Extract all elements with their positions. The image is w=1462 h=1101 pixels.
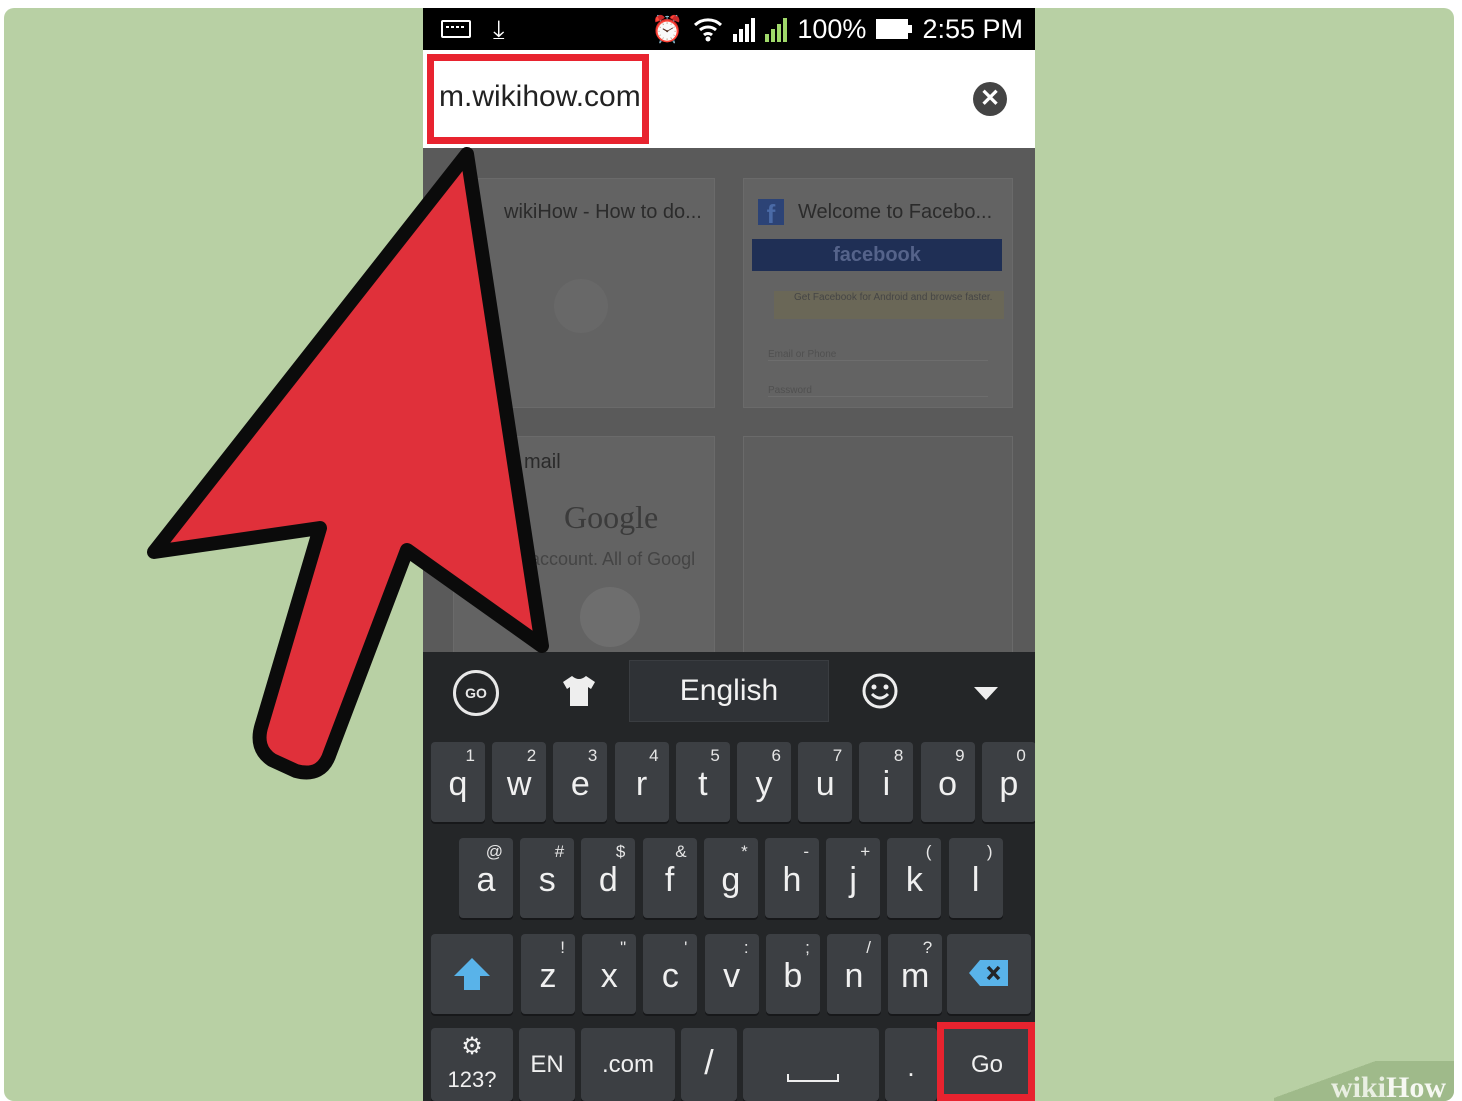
red-arrow-pointer xyxy=(147,147,549,780)
illustration-frame: ⤓ ⏰ 100% 2:55 PM m.wikihow.com ✕ wikiHow… xyxy=(4,8,1454,1101)
wikihow-watermark: wikiHow xyxy=(1330,1071,1446,1101)
